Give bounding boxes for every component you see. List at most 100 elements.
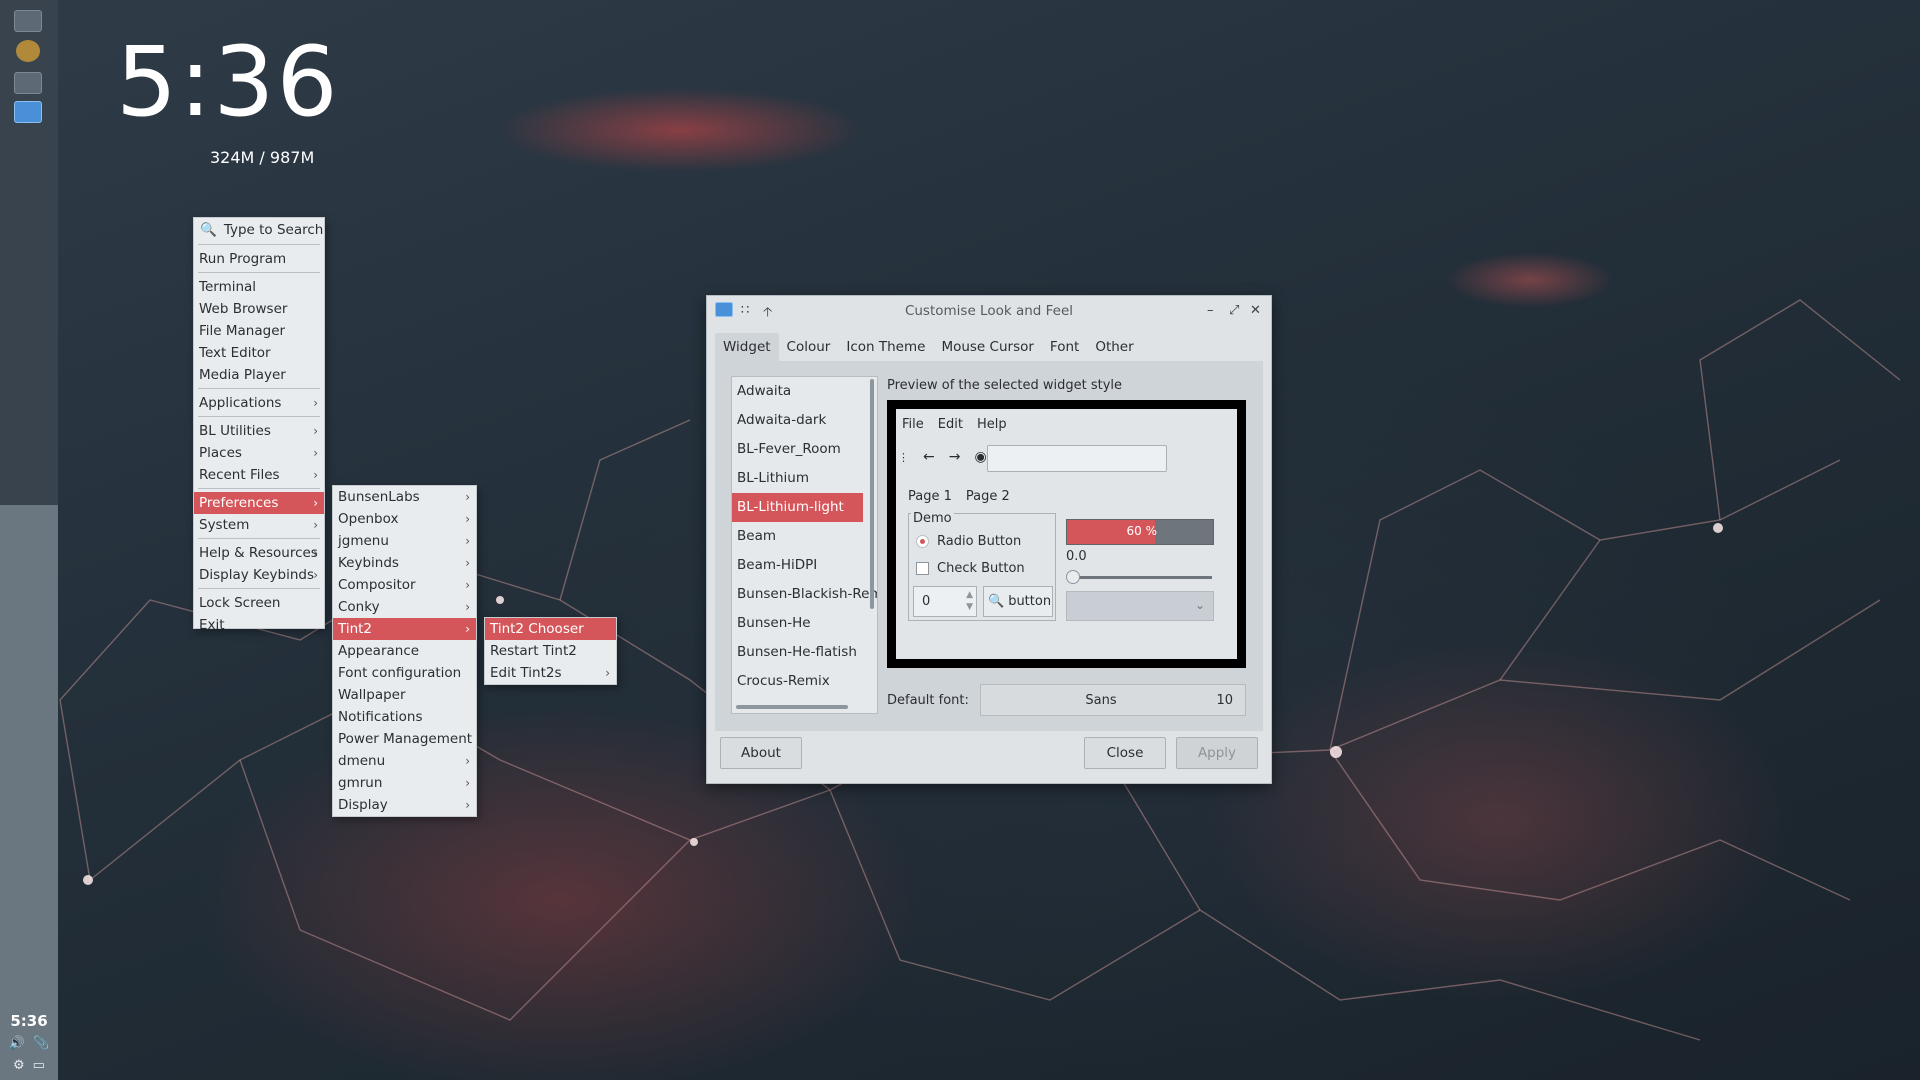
menu-item-recent-files[interactable]: Recent Files › <box>194 464 324 486</box>
folder-icon[interactable] <box>14 10 42 32</box>
menu-item-exit[interactable]: Exit <box>194 614 324 636</box>
menu-item-bl-utilities[interactable]: BL Utilities › <box>194 420 324 442</box>
tab-other[interactable]: Other <box>1087 333 1141 361</box>
theme-item[interactable]: Bunsen-He-flatish <box>732 638 877 667</box>
menu-item-power-management[interactable]: Power Management <box>333 728 476 750</box>
preview-tab-page2[interactable]: Page 2 <box>966 489 1010 504</box>
menu-item-system[interactable]: System › <box>194 514 324 536</box>
tab-mouse-cursor[interactable]: Mouse Cursor <box>933 333 1041 361</box>
font-chooser-button[interactable]: Sans 10 <box>980 684 1246 716</box>
display-icon[interactable]: ▭ <box>33 1058 45 1073</box>
preview-menu-file[interactable]: File <box>902 417 924 432</box>
preview-menu-edit[interactable]: Edit <box>938 417 963 432</box>
menu-item-label: jgmenu <box>338 533 389 549</box>
chevron-right-icon: › <box>465 512 470 526</box>
preview-menu-help[interactable]: Help <box>977 417 1007 432</box>
preview-slider-track[interactable] <box>1072 576 1212 579</box>
preview-tab-page1[interactable]: Page 1 <box>908 489 952 504</box>
tab-colour[interactable]: Colour <box>779 333 839 361</box>
folder-icon[interactable] <box>14 72 42 94</box>
menu-item-applications[interactable]: Applications › <box>194 392 324 414</box>
menu-item-display[interactable]: Display › <box>333 794 476 816</box>
theme-item[interactable]: Beam <box>732 522 877 551</box>
arrow-left-icon[interactable]: ← <box>923 449 935 465</box>
menu-item-tint2[interactable]: Tint2 › <box>333 618 476 640</box>
menu-item-compositor[interactable]: Compositor › <box>333 574 476 596</box>
close-button[interactable]: Close <box>1084 737 1166 769</box>
menu-item-media-player[interactable]: Media Player <box>194 364 324 386</box>
theme-item[interactable]: Bunsen-He <box>732 609 877 638</box>
tab-icon-theme[interactable]: Icon Theme <box>838 333 933 361</box>
chevron-right-icon: › <box>313 446 318 460</box>
menu-item-bunsenlabs[interactable]: BunsenLabs › <box>333 486 476 508</box>
minimize-icon[interactable]: – <box>1207 303 1214 318</box>
tab-widget[interactable]: Widget <box>715 333 779 361</box>
theme-item[interactable]: Beam-HiDPI <box>732 551 877 580</box>
menu-item-text-editor[interactable]: Text Editor <box>194 342 324 364</box>
about-button[interactable]: About <box>720 737 802 769</box>
menu-item-web-browser[interactable]: Web Browser <box>194 298 324 320</box>
close-icon[interactable]: ✕ <box>1250 303 1261 318</box>
chevron-right-icon: › <box>465 600 470 614</box>
theme-item[interactable]: BL-Lithium <box>732 464 877 493</box>
preview-spin-button[interactable]: 0 ▲ ▼ <box>913 586 977 617</box>
menu-item-help-resources[interactable]: Help & Resources › <box>194 542 324 564</box>
menu-item-font-configuration[interactable]: Font configuration <box>333 662 476 684</box>
menu-item-terminal[interactable]: Terminal <box>194 276 324 298</box>
menu-item-openbox[interactable]: Openbox › <box>333 508 476 530</box>
preview-entry[interactable] <box>987 445 1167 472</box>
menu-item-display-keybinds[interactable]: Display Keybinds › <box>194 564 324 586</box>
apply-button[interactable]: Apply <box>1176 737 1258 769</box>
menu-item-run-program[interactable]: Run Program <box>194 248 324 270</box>
search-icon: 🔍 <box>200 222 217 238</box>
menu-item-restart-tint2[interactable]: Restart Tint2 <box>485 640 616 662</box>
record-icon[interactable]: ◉ <box>974 449 986 465</box>
menu-item-gmrun[interactable]: gmrun › <box>333 772 476 794</box>
menu-item-preferences[interactable]: Preferences › <box>194 492 324 514</box>
chevron-right-icon: › <box>465 490 470 504</box>
preview-combo-box[interactable]: ⌄ <box>1066 591 1214 621</box>
arrow-right-icon[interactable]: → <box>949 449 961 465</box>
menu-item-wallpaper[interactable]: Wallpaper <box>333 684 476 706</box>
attachment-icon[interactable]: 📎 <box>33 1036 49 1051</box>
spin-arrows-icon[interactable]: ▲ ▼ <box>966 589 973 613</box>
dialog-titlebar[interactable]: ∷ 🡡 Customise Look and Feel – ⤢ ✕ <box>707 296 1271 326</box>
menu-item-file-manager[interactable]: File Manager <box>194 320 324 342</box>
menu-item-tint2-chooser[interactable]: Tint2 Chooser <box>485 618 616 640</box>
menu-item-appearance[interactable]: Appearance <box>333 640 476 662</box>
theme-list[interactable]: Adwaita Adwaita-dark BL-Fever_Room BL-Li… <box>731 376 878 714</box>
tab-font[interactable]: Font <box>1042 333 1087 361</box>
preview-slider-knob[interactable] <box>1066 570 1080 584</box>
preview-button[interactable]: 🔍 button <box>983 586 1053 617</box>
side-panel: 5:36 🔊 📎 ⚙ ▭ <box>0 0 58 1080</box>
menu-item-edit-tint2s[interactable]: Edit Tint2s › <box>485 662 616 684</box>
separator <box>198 588 320 589</box>
volume-icon[interactable]: 🔊 <box>9 1036 25 1051</box>
menu-item-conky[interactable]: Conky › <box>333 596 476 618</box>
panel-clock[interactable]: 5:36 <box>0 1012 58 1030</box>
separator <box>198 388 320 389</box>
preview-check[interactable]: Check Button <box>916 561 1025 576</box>
theme-item[interactable]: Bunsen-Blackish-Remix <box>732 580 877 609</box>
menu-item-keybinds[interactable]: Keybinds › <box>333 552 476 574</box>
menu-item-dmenu[interactable]: dmenu › <box>333 750 476 772</box>
theme-item[interactable]: Adwaita-dark <box>732 406 877 435</box>
preview-spin-value: 0 <box>922 594 931 609</box>
package-icon[interactable] <box>16 40 40 62</box>
menu-item-places[interactable]: Places › <box>194 442 324 464</box>
settings-icon[interactable]: ⚙ <box>13 1058 25 1073</box>
theme-item[interactable]: Crocus-Remix <box>732 667 877 696</box>
theme-item[interactable]: Adwaita <box>732 377 877 406</box>
separator <box>198 416 320 417</box>
vertical-scrollbar[interactable] <box>870 379 874 609</box>
menu-item-notifications[interactable]: Notifications <box>333 706 476 728</box>
preview-radio[interactable]: Radio Button <box>916 534 1021 549</box>
menu-item-lock-screen[interactable]: Lock Screen <box>194 592 324 614</box>
menu-item-jgmenu[interactable]: jgmenu › <box>333 530 476 552</box>
theme-item[interactable]: BL-Fever_Room <box>732 435 877 464</box>
menu-search[interactable]: 🔍 Type to Search <box>194 218 324 242</box>
theme-item-selected[interactable]: BL-Lithium-light <box>732 493 863 522</box>
horizontal-scrollbar[interactable] <box>736 705 848 709</box>
window-icon[interactable] <box>14 101 42 123</box>
maximize-icon[interactable]: ⤢ <box>1229 303 1239 318</box>
